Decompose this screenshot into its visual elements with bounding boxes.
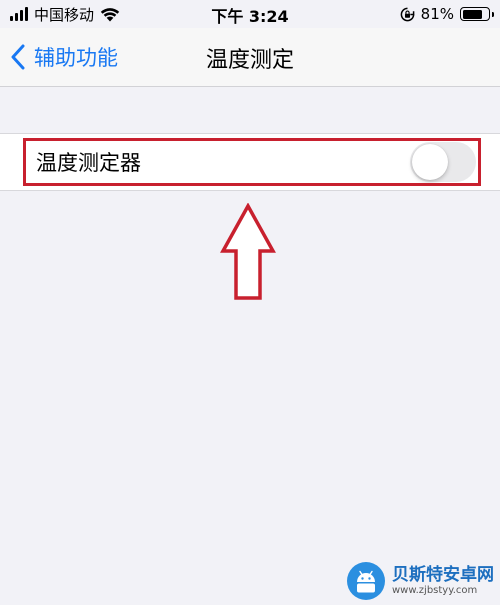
battery-percent: 81% [420,5,454,23]
battery-icon [460,7,494,21]
status-right: 81% [400,4,494,24]
watermark: 贝斯特安卓网 www.zjbstyy.com [346,561,494,601]
battery-fill [462,9,482,19]
android-logo-icon [347,562,385,600]
navigation-bar: 辅助功能 温度测定 [0,28,500,87]
watermark-text: 贝斯特安卓网 www.zjbstyy.com [392,565,494,597]
watermark-title: 贝斯特安卓网 [392,565,494,585]
highlight-box [23,138,481,186]
battery-nub [491,11,494,17]
page-title: 温度测定 [205,48,294,73]
up-arrow-icon [220,203,276,300]
watermark-url: www.zjbstyy.com [392,585,478,596]
orientation-lock-icon [400,7,414,21]
status-bar: 中国移动 下午 3:24 81% [0,0,500,28]
